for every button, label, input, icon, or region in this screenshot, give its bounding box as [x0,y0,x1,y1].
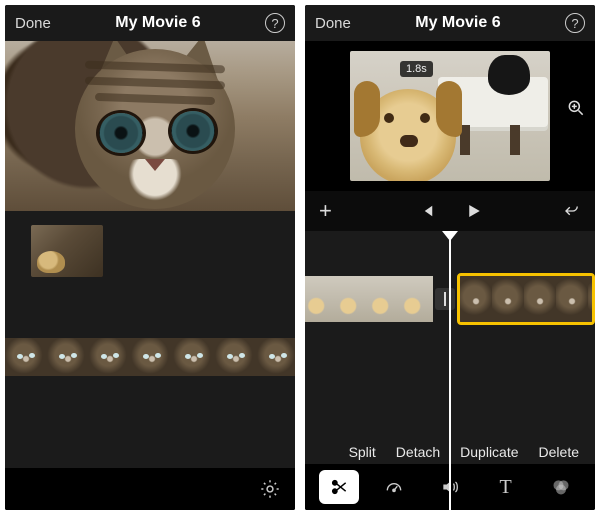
timeline-clip-a[interactable] [305,276,433,322]
gear-icon[interactable] [259,478,281,500]
timeline-frame [369,276,401,322]
timeline-frame [89,338,131,376]
playhead-time-badge: 1.8s [400,61,433,77]
scissors-icon[interactable] [319,470,359,504]
transport-bar: + [305,191,595,231]
timeline-frame [257,338,295,376]
timeline-frame [215,338,257,376]
editor-screen-clip-selected: Done My Movie 6 ? 1.8s [305,5,595,510]
top-bar: Done My Movie 6 ? [5,5,295,41]
detach-button[interactable]: Detach [396,444,440,460]
timeline-clip-b-selected[interactable] [457,273,595,325]
preview-viewer[interactable] [5,41,295,211]
play-icon[interactable] [464,202,482,220]
titles-icon[interactable]: T [486,470,526,504]
help-button[interactable]: ? [265,13,285,33]
timeline-frame [524,276,556,322]
timeline-frame [492,276,524,322]
timeline-frame [131,338,173,376]
duplicate-button[interactable]: Duplicate [460,444,518,460]
cat-eye [171,111,215,151]
done-button[interactable]: Done [315,15,351,32]
timeline-frame [337,276,369,322]
timeline[interactable]: Split Detach Duplicate Delete [305,231,595,510]
skip-back-icon[interactable] [418,202,436,220]
project-title: My Movie 6 [351,14,565,32]
editor-screen-library: Done My Movie 6 ? [5,5,295,510]
split-button[interactable]: Split [349,444,376,460]
timeline-frame [401,276,433,322]
delete-button[interactable]: Delete [539,444,579,460]
done-button[interactable]: Done [15,15,51,32]
filters-icon[interactable] [541,470,581,504]
timeline-frame [173,338,215,376]
bottom-bar [5,468,295,510]
timeline-frame [588,276,595,322]
help-button[interactable]: ? [565,13,585,33]
playhead[interactable] [449,231,451,510]
timeline-clip[interactable] [5,338,295,376]
black-cat [488,55,530,95]
timeline-frame [556,276,588,322]
media-bin-clip[interactable] [31,225,103,277]
cat-eye [99,113,143,153]
project-title: My Movie 6 [51,14,265,32]
zoom-icon[interactable] [565,97,587,119]
undo-icon[interactable] [563,202,581,220]
speedometer-icon[interactable] [374,470,414,504]
timeline-frame [460,276,492,322]
timeline-frame [5,338,47,376]
top-bar: Done My Movie 6 ? [305,5,595,41]
cut-transition[interactable] [435,288,455,310]
timeline-frame [47,338,89,376]
editor-body [5,211,295,510]
cat-nose [145,159,165,171]
timeline-frame [305,276,337,322]
preview-frame [350,51,550,181]
add-media-button[interactable]: + [319,198,332,224]
preview-viewer[interactable]: 1.8s [305,41,595,191]
